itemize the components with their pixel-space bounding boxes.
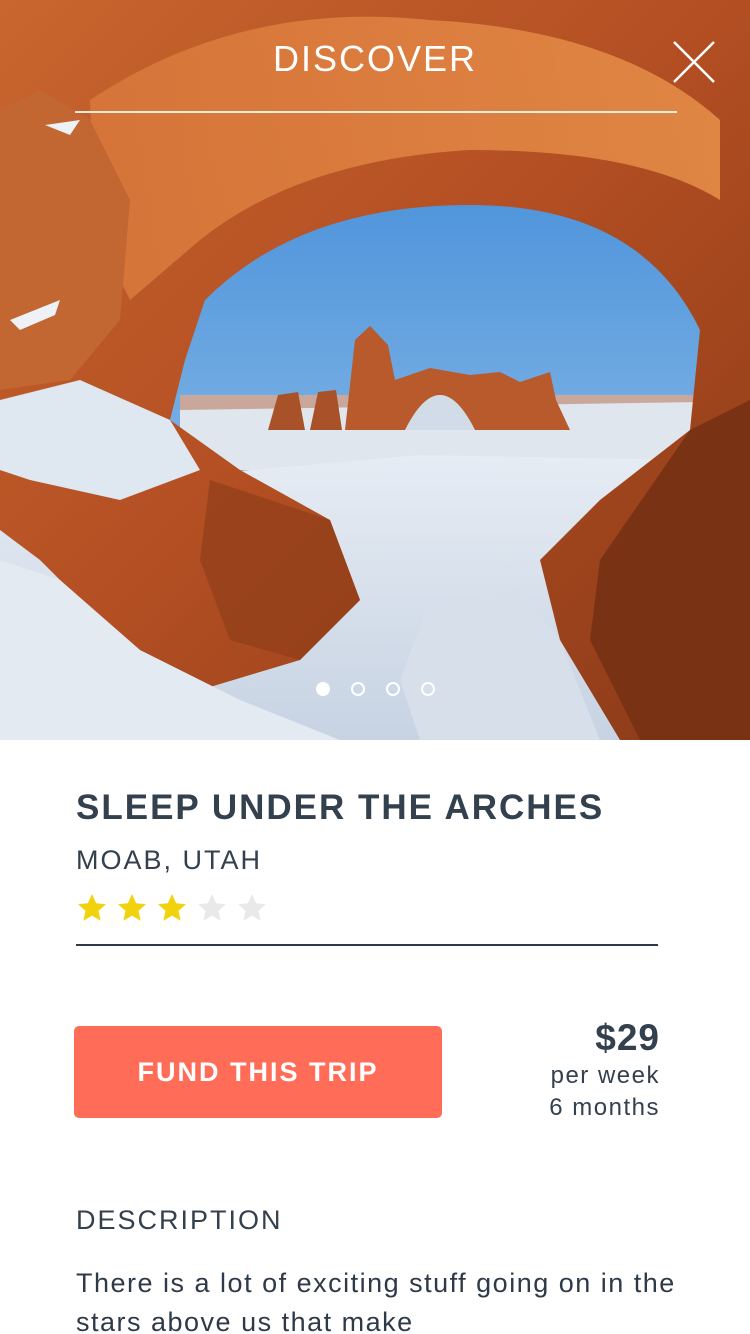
price-duration: 6 months [549, 1094, 660, 1121]
carousel-dot[interactable] [420, 682, 435, 696]
trip-info: SLEEP UNDER THE ARCHES MOAB, UTAH [76, 740, 660, 946]
price-block: $29 per week 6 months [549, 1016, 660, 1124]
star-empty-icon [238, 894, 266, 921]
section-divider [76, 944, 658, 946]
close-icon [673, 41, 715, 83]
star-empty-icon [198, 894, 226, 921]
star-filled-icon [118, 894, 146, 921]
funding-row: FUND THIS TRIP $29 per week 6 months [74, 1016, 660, 1136]
carousel-dot[interactable] [350, 682, 365, 696]
carousel-pagination [0, 682, 750, 696]
fund-trip-button[interactable]: FUND THIS TRIP [74, 1026, 442, 1118]
description-body: There is a lot of exciting stuff going o… [76, 1268, 676, 1334]
trip-detail-screen: DISCOVER SLEEP UNDER THE ARCHES MOAB, UT… [0, 0, 750, 1334]
trip-title: SLEEP UNDER THE ARCHES [76, 788, 605, 827]
carousel-dot[interactable] [315, 682, 330, 696]
description-heading: DESCRIPTION [76, 1205, 283, 1235]
star-filled-icon [78, 894, 106, 921]
star-filled-icon [158, 894, 186, 921]
page-title: DISCOVER [272, 38, 478, 79]
price-period: per week [550, 1062, 660, 1089]
price-amount: $29 [595, 1017, 660, 1058]
carousel-dot[interactable] [385, 682, 400, 696]
hero-image-carousel[interactable]: DISCOVER [0, 0, 750, 740]
header-divider [75, 111, 677, 113]
close-button[interactable] [668, 36, 720, 88]
trip-location: MOAB, UTAH [76, 845, 263, 875]
star-rating [76, 892, 660, 926]
